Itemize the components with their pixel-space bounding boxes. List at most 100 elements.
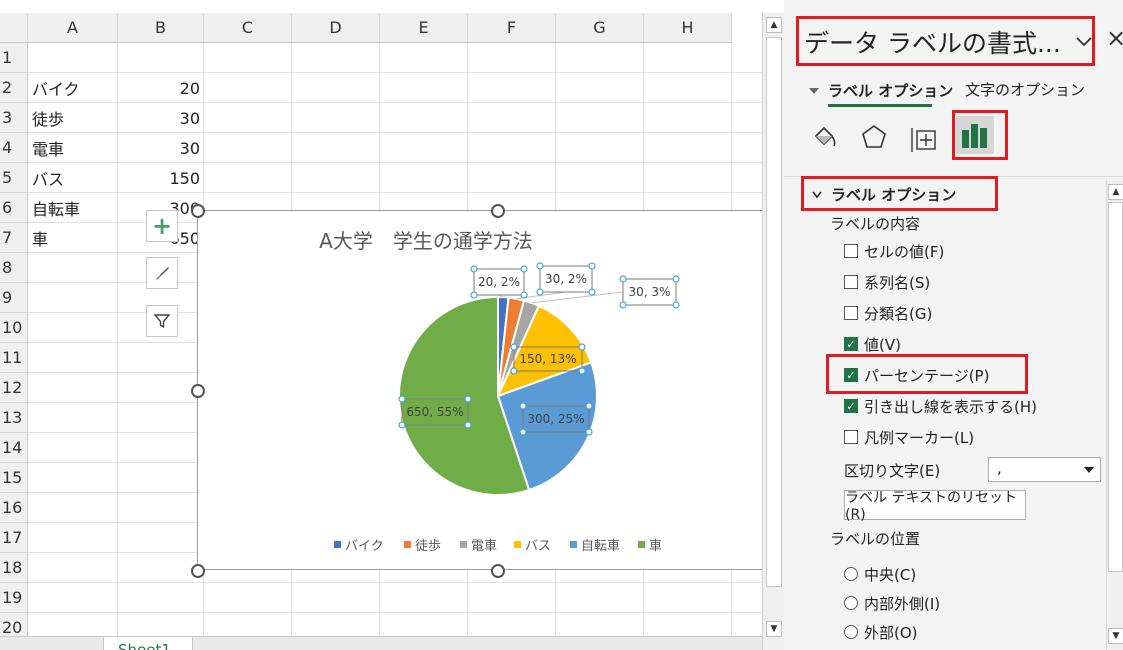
data-label-0[interactable]: 20, 2% (478, 275, 520, 289)
checkbox-row-3[interactable]: ✓ 値(V) (844, 333, 901, 355)
label-selection-handle[interactable] (398, 395, 406, 403)
cell-a7[interactable]: 車 (32, 223, 118, 253)
label-selection-handle[interactable] (470, 291, 478, 299)
radio-row-0[interactable]: 中央(C) (844, 563, 916, 585)
label-selection-handle[interactable] (464, 421, 472, 429)
checkbox-checked-icon[interactable]: ✓ (844, 337, 858, 351)
label-selection-handle[interactable] (398, 421, 406, 429)
row-header-15[interactable]: 15 (0, 463, 28, 493)
radio-icon[interactable] (844, 625, 858, 639)
label-selection-handle[interactable] (510, 367, 518, 375)
resize-handle-bottom-left[interactable] (191, 564, 205, 578)
label-selection-handle[interactable] (585, 428, 593, 436)
column-header-g[interactable]: G (556, 13, 644, 43)
label-selection-handle[interactable] (672, 301, 680, 309)
cell-a4[interactable]: 電車 (32, 133, 118, 163)
row-header-3[interactable]: 3 (0, 103, 28, 133)
label-selection-handle[interactable] (510, 343, 518, 351)
cell-a2[interactable]: バイク (32, 73, 118, 103)
section-title[interactable]: ラベル オプション (831, 184, 956, 205)
row-header-12[interactable]: 12 (0, 373, 28, 403)
column-header-h[interactable]: H (644, 13, 732, 43)
checkbox-unchecked-icon[interactable] (844, 306, 858, 320)
tab-text-options[interactable]: 文字のオプション (965, 79, 1085, 100)
label-selection-handle[interactable] (520, 265, 528, 273)
label-selection-handle[interactable] (519, 402, 527, 410)
scroll-thumb[interactable] (766, 37, 782, 587)
row-header-11[interactable]: 11 (0, 343, 28, 373)
label-selection-handle[interactable] (520, 291, 528, 299)
legend-label-0[interactable]: バイク (345, 539, 384, 554)
label-selection-handle[interactable] (619, 275, 627, 283)
legend-label-2[interactable]: 電車 (471, 539, 497, 554)
label-selection-handle[interactable] (464, 395, 472, 403)
checkbox-row-0[interactable]: セルの値(F) (844, 240, 944, 262)
reset-label-text-button[interactable]: ラベル テキストのリセット(R) (844, 490, 1026, 523)
chart-title[interactable]: A大学 学生の通学方法 (319, 229, 533, 253)
column-header-f[interactable]: F (468, 13, 556, 43)
fill-line-icon[interactable] (810, 122, 840, 152)
data-label-1[interactable]: 30, 2% (545, 272, 587, 286)
legend-label-3[interactable]: バス (525, 539, 551, 554)
scroll-down-icon[interactable]: ▼ (766, 621, 782, 637)
legend-label-4[interactable]: 自転車 (581, 539, 620, 554)
data-label-5[interactable]: 650, 55% (406, 405, 463, 419)
label-selection-handle[interactable] (588, 262, 596, 270)
resize-handle-top[interactable] (491, 204, 505, 218)
data-label-4[interactable]: 300, 25% (527, 412, 584, 426)
row-header-6[interactable]: 6 (0, 193, 28, 223)
label-selection-handle[interactable] (470, 265, 478, 273)
resize-handle-left[interactable] (191, 384, 205, 398)
row-header-13[interactable]: 13 (0, 403, 28, 433)
pane-scroll-thumb[interactable] (1108, 202, 1123, 572)
row-header-2[interactable]: 2 (0, 73, 28, 103)
chart-filters-button[interactable] (146, 305, 178, 337)
label-options-icon-button[interactable] (956, 116, 994, 154)
checkbox-row-2[interactable]: 分類名(G) (844, 302, 932, 324)
row-header-10[interactable]: 10 (0, 313, 28, 343)
row-header-4[interactable]: 4 (0, 133, 28, 163)
checkbox-checked-icon[interactable]: ✓ (844, 399, 858, 413)
label-selection-handle[interactable] (578, 343, 586, 351)
checkbox-row-5[interactable]: ✓ 引き出し線を表示する(H) (844, 395, 1037, 417)
cell-b5[interactable]: 150 (118, 163, 202, 193)
row-header-5[interactable]: 5 (0, 163, 28, 193)
row-header-18[interactable]: 18 (0, 553, 28, 583)
pie-chart[interactable]: A大学 学生の通学方法 20, 2% 30, 2% 30, 3% 150, 13% 30… (198, 211, 776, 569)
resize-handle-bottom[interactable] (491, 564, 505, 578)
label-selection-handle[interactable] (536, 262, 544, 270)
column-header-b[interactable]: B (118, 13, 204, 43)
label-selection-handle[interactable] (578, 367, 586, 375)
pane-scroll-up-icon[interactable]: ▲ (1108, 184, 1123, 200)
legend-label-5[interactable]: 車 (649, 539, 662, 554)
radio-row-1[interactable]: 内部外側(I) (844, 592, 940, 614)
column-header-e[interactable]: E (380, 13, 468, 43)
label-selection-handle[interactable] (585, 402, 593, 410)
chart-area[interactable]: A大学 学生の通学方法 20, 2% 30, 2% 30, 3% 150, 13% 30… (191, 204, 777, 578)
chevron-down-small-icon[interactable] (811, 190, 823, 200)
column-header-c[interactable]: C (204, 13, 292, 43)
row-header-16[interactable]: 16 (0, 493, 28, 523)
row-header-1[interactable]: 1 (0, 43, 28, 73)
checkbox-unchecked-icon[interactable] (844, 430, 858, 444)
label-selection-handle[interactable] (519, 428, 527, 436)
checkbox-unchecked-icon[interactable] (844, 275, 858, 289)
checkbox-row-6[interactable]: 凡例マーカー(L) (844, 426, 974, 448)
label-selection-handle[interactable] (672, 275, 680, 283)
pane-scroll-down-icon[interactable]: ▼ (1108, 628, 1123, 644)
cell-b4[interactable]: 30 (118, 133, 202, 163)
cell-a3[interactable]: 徒歩 (32, 103, 118, 133)
row-header-8[interactable]: 8 (0, 253, 28, 283)
row-header-9[interactable]: 9 (0, 283, 28, 313)
separator-dropdown[interactable]: , (988, 457, 1101, 482)
row-header-17[interactable]: 17 (0, 523, 28, 553)
row-header-14[interactable]: 14 (0, 433, 28, 463)
cell-b3[interactable]: 30 (118, 103, 202, 133)
tab-label-options[interactable]: ラベル オプション (828, 80, 953, 101)
scroll-up-icon[interactable]: ▲ (766, 17, 782, 33)
row-header-19[interactable]: 19 (0, 583, 28, 613)
select-all-corner[interactable] (0, 13, 28, 43)
radio-icon[interactable] (844, 596, 858, 610)
cell-a6[interactable]: 自転車 (32, 193, 118, 223)
label-selection-handle[interactable] (536, 288, 544, 296)
